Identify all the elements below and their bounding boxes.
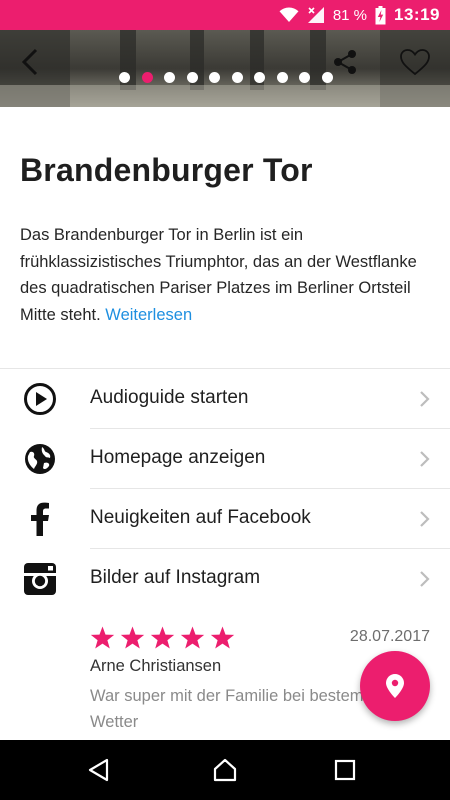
nav-recents-icon [334, 759, 356, 781]
cell-signal-icon [307, 7, 324, 23]
star-icon [210, 626, 235, 649]
nav-back-button[interactable] [83, 754, 115, 786]
instagram-icon [22, 561, 58, 597]
battery-charging-icon [375, 5, 386, 24]
read-more-link[interactable]: Weiterlesen [105, 306, 192, 324]
facebook-item[interactable]: Neuigkeiten auf Facebook [0, 489, 450, 549]
chevron-right-icon [420, 511, 430, 527]
homepage-item[interactable]: Homepage anzeigen [0, 429, 450, 489]
chevron-right-icon [420, 391, 430, 407]
carousel-dot[interactable] [141, 72, 153, 83]
carousel-dot[interactable] [186, 72, 198, 83]
nav-home-button[interactable] [209, 754, 241, 786]
description-text: Das Brandenburger Tor in Berlin ist ein … [20, 226, 417, 324]
nav-back-icon [88, 758, 109, 782]
review-author: Arne Christiansen [90, 657, 222, 675]
carousel-dot[interactable] [231, 72, 243, 83]
wifi-icon [279, 7, 299, 23]
carousel-dot[interactable] [254, 72, 265, 83]
hero-photo [0, 30, 450, 107]
page-title: Brandenburger Tor [20, 152, 313, 188]
location-pin-icon [386, 674, 404, 698]
star-icon [90, 626, 115, 649]
star-icon [180, 626, 205, 649]
star-icon [150, 626, 175, 649]
facebook-icon [22, 501, 58, 537]
map-location-button[interactable] [360, 651, 430, 721]
action-list: Audioguide starten Homepage anzeigen Neu… [0, 369, 450, 609]
play-circle-icon [22, 381, 58, 417]
review-text: War super mit der Familie bei bestem Wet… [90, 687, 364, 731]
carousel-dot[interactable] [299, 72, 310, 83]
carousel-dot[interactable] [276, 72, 288, 83]
facebook-label: Neuigkeiten auf Facebook [90, 507, 311, 528]
instagram-item[interactable]: Bilder auf Instagram [0, 549, 450, 609]
chevron-right-icon [420, 571, 430, 587]
place-description: Das Brandenburger Tor in Berlin ist ein … [20, 222, 430, 328]
globe-icon [22, 441, 58, 477]
audioguide-label: Audioguide starten [90, 387, 249, 408]
carousel-indicator[interactable] [0, 72, 450, 88]
carousel-dot[interactable] [321, 72, 333, 83]
carousel-dot[interactable] [209, 72, 220, 83]
battery-percent: 81 % [332, 6, 368, 24]
clock: 13:19 [394, 5, 440, 24]
nav-recents-button[interactable] [329, 754, 361, 786]
star-icon [120, 626, 145, 649]
homepage-label: Homepage anzeigen [90, 447, 266, 468]
status-icons: 81 % 13:19 [279, 0, 440, 30]
nav-home-icon [213, 758, 237, 782]
carousel-dot[interactable] [164, 72, 175, 83]
star-rating [90, 626, 235, 650]
hero-image[interactable] [0, 30, 450, 107]
instagram-label: Bilder auf Instagram [90, 567, 261, 588]
review-date: 28.07.2017 [349, 628, 430, 645]
audioguide-item[interactable]: Audioguide starten [0, 369, 450, 429]
system-nav-bar [0, 740, 450, 800]
status-bar: 81 % 13:19 [0, 0, 450, 30]
chevron-right-icon [420, 451, 430, 467]
carousel-dot[interactable] [119, 72, 130, 83]
